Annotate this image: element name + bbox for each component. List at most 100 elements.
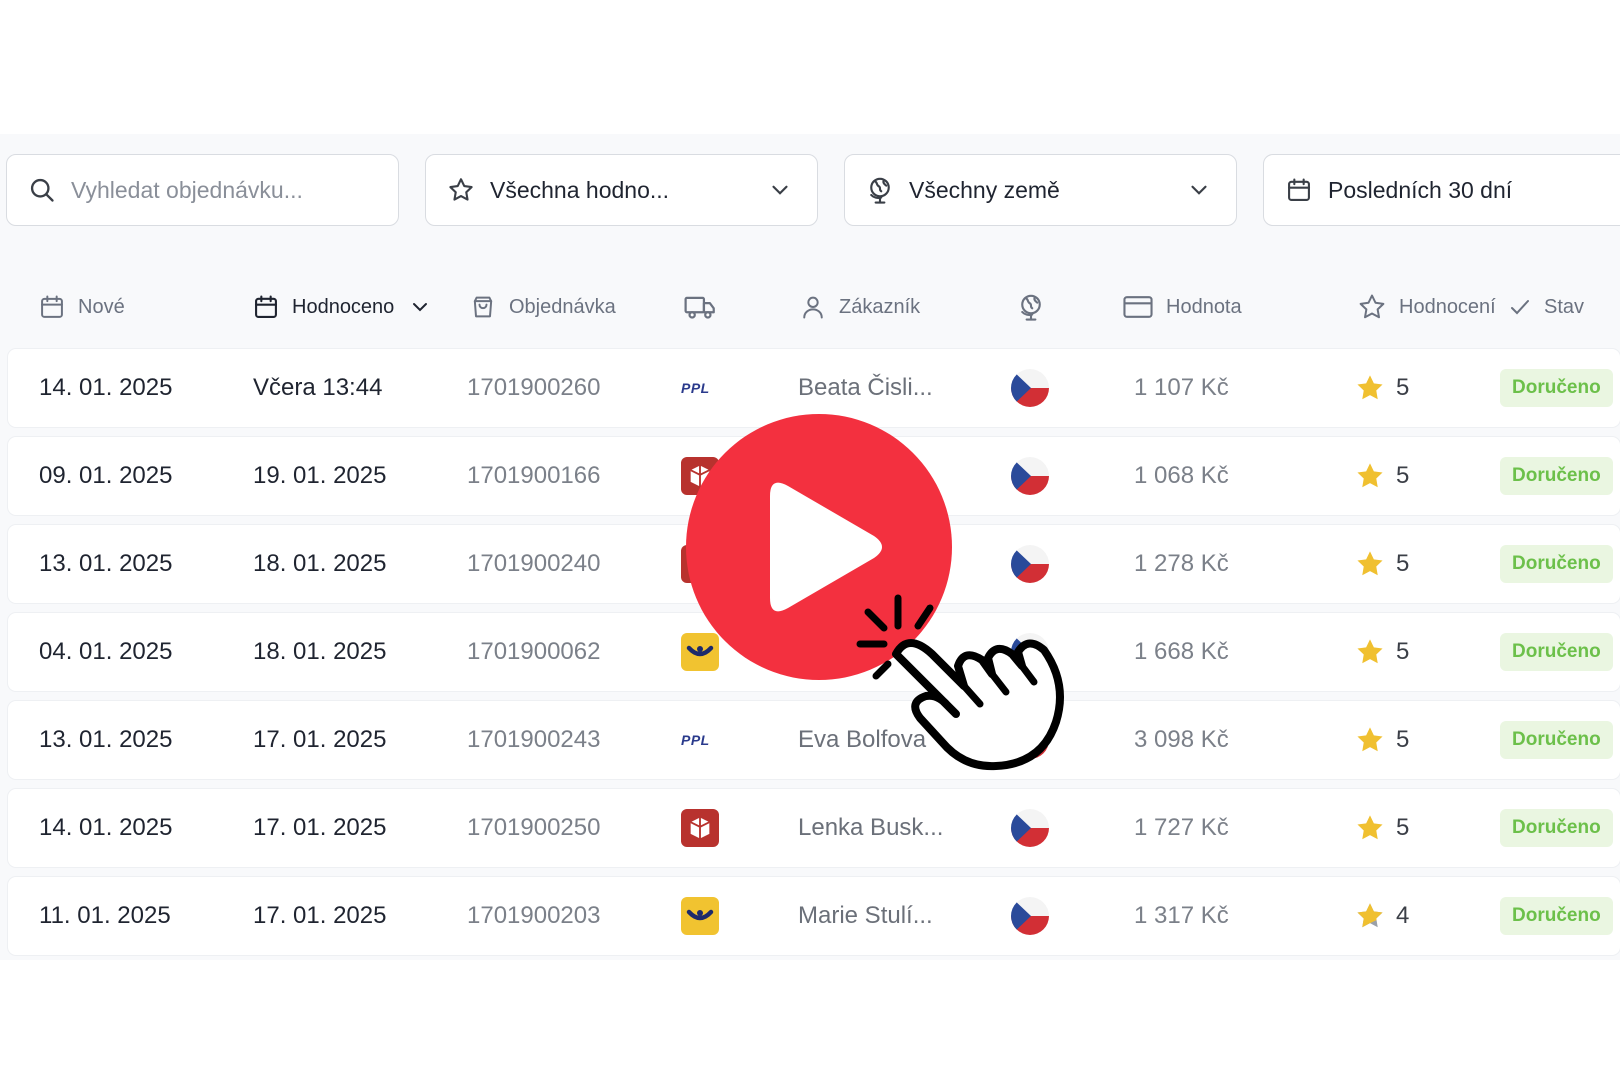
carrier [681,789,719,867]
column-order[interactable]: Objednávka [469,290,616,324]
rating-value: 5 [1396,638,1410,665]
order-value: 1 668 Kč [1134,638,1229,665]
order-value: 3 098 Kč [1134,726,1229,753]
status-badge: Doručeno [1500,721,1613,759]
order-value: 1 727 Kč [1134,814,1229,841]
rated-date: 18. 01. 2025 [253,638,387,665]
search-placeholder: Vyhledat objednávku... [71,176,303,203]
pointer-hand-icon [856,594,1064,771]
customer-name[interactable]: Lenka Busk... [798,789,943,867]
star-icon [1357,727,1383,752]
user-icon [803,296,823,319]
order-value: 1 107 Kč [1134,374,1229,401]
truck-icon [684,296,715,319]
star-icon [1357,815,1383,840]
rating-value: 5 [1396,726,1410,753]
order-number[interactable]: 1701900203 [467,877,600,955]
globe-icon [1021,294,1041,321]
status-badge: Doručeno [1500,457,1613,495]
search-input[interactable]: Vyhledat objednávku... [6,154,399,226]
rating-value: 5 [1396,550,1410,577]
rating: 5 [1354,349,1409,427]
chevron-down-icon [772,185,788,195]
order-number[interactable]: 1701900243 [467,701,600,779]
status-cell: Doručeno [1500,701,1613,779]
carrier [681,877,719,955]
new-date: 14. 01. 2025 [39,374,173,401]
sort-chevron-down-icon[interactable] [408,295,432,319]
status-cell: Doručeno [1500,613,1613,691]
status-badge: Doručeno [1500,897,1613,935]
status-cell: Doručeno [1500,437,1613,515]
new-date: 04. 01. 2025 [39,638,173,665]
status-badge: Doručeno [1500,545,1613,583]
order-value: 1 068 Kč [1134,462,1229,489]
new-date: 11. 01. 2025 [39,902,171,929]
chevron-down-icon [1191,185,1207,195]
table-row[interactable]: 13. 01. 2025 17. 01. 2025 1701900243 PPL Eva… [8,701,1620,779]
order-number[interactable]: 1701900250 [467,789,600,867]
carrier: PPL [681,701,710,779]
czech-flag-icon [1011,897,1049,935]
star-icon [1357,375,1383,400]
credit-card-icon [1123,296,1153,318]
rating-filter-value: Všechna hodno... [490,176,670,203]
column-customer[interactable]: Zákazník [799,290,920,324]
status-cell: Doručeno [1500,349,1613,427]
date-range-filter[interactable]: Posledních 30 dní [1263,154,1620,226]
country-filter-dropdown[interactable]: Všechny země [844,154,1237,226]
star-icon [1357,463,1383,488]
country-flag [1011,349,1049,427]
column-carrier[interactable] [683,290,717,324]
check-icon [1511,300,1529,315]
star-icon [1357,639,1383,664]
country-flag [1011,789,1049,867]
table-row[interactable]: 11. 01. 2025 17. 01. 2025 1701900203 Marie … [8,877,1620,955]
date-range-value: Posledních 30 dní [1328,176,1513,203]
column-label: Zákazník [839,295,921,318]
order-number[interactable]: 1701900260 [467,349,600,427]
ppl-logo: PPL [681,732,710,748]
column-rating[interactable]: Hodnocení [1357,290,1496,324]
rating-value: 5 [1396,462,1410,489]
new-date: 13. 01. 2025 [39,726,173,753]
column-new[interactable]: Nové [38,290,125,324]
new-date: 14. 01. 2025 [39,814,173,841]
status-badge: Doručeno [1500,369,1613,407]
column-label: Objednávka [509,295,616,318]
order-value: 1 317 Kč [1134,902,1229,929]
rating: 5 [1354,525,1409,603]
order-value: 1 278 Kč [1134,550,1229,577]
shopping-bag-icon [473,296,493,318]
czech-flag-icon [1011,457,1049,495]
czech-flag-icon [1011,809,1049,847]
order-number[interactable]: 1701900166 [467,437,600,515]
order-number[interactable]: 1701900062 [467,613,600,691]
ceska-posta-logo [681,897,719,935]
rating: 4 [1354,877,1409,955]
column-value[interactable]: Hodnota [1122,290,1242,324]
rated-date: Včera 13:44 [253,374,383,401]
star-icon [446,175,476,205]
globe-icon [865,175,895,205]
rating-filter-dropdown[interactable]: Všechna hodno... [425,154,818,226]
country-flag [1011,437,1049,515]
rated-date: 17. 01. 2025 [253,726,387,753]
new-date: 09. 01. 2025 [39,462,173,489]
rating-value: 5 [1396,814,1410,841]
rating-value: 5 [1396,374,1410,401]
column-rated[interactable]: Hodnoceno [252,290,432,324]
rated-date: 17. 01. 2025 [253,814,387,841]
country-flag [1011,877,1049,955]
customer-name[interactable]: Marie Stulí... [798,877,933,955]
calendar-icon [255,295,277,318]
rated-date: 18. 01. 2025 [253,550,387,577]
column-status[interactable]: Stav [1508,290,1584,324]
calendar-icon [1284,175,1314,205]
rating: 5 [1354,437,1409,515]
star-icon [1359,294,1385,319]
country-filter-value: Všechny země [909,176,1060,203]
column-country[interactable] [1016,290,1046,324]
table-row[interactable]: 14. 01. 2025 17. 01. 2025 1701900250 Lenka … [8,789,1620,867]
order-number[interactable]: 1701900240 [467,525,600,603]
